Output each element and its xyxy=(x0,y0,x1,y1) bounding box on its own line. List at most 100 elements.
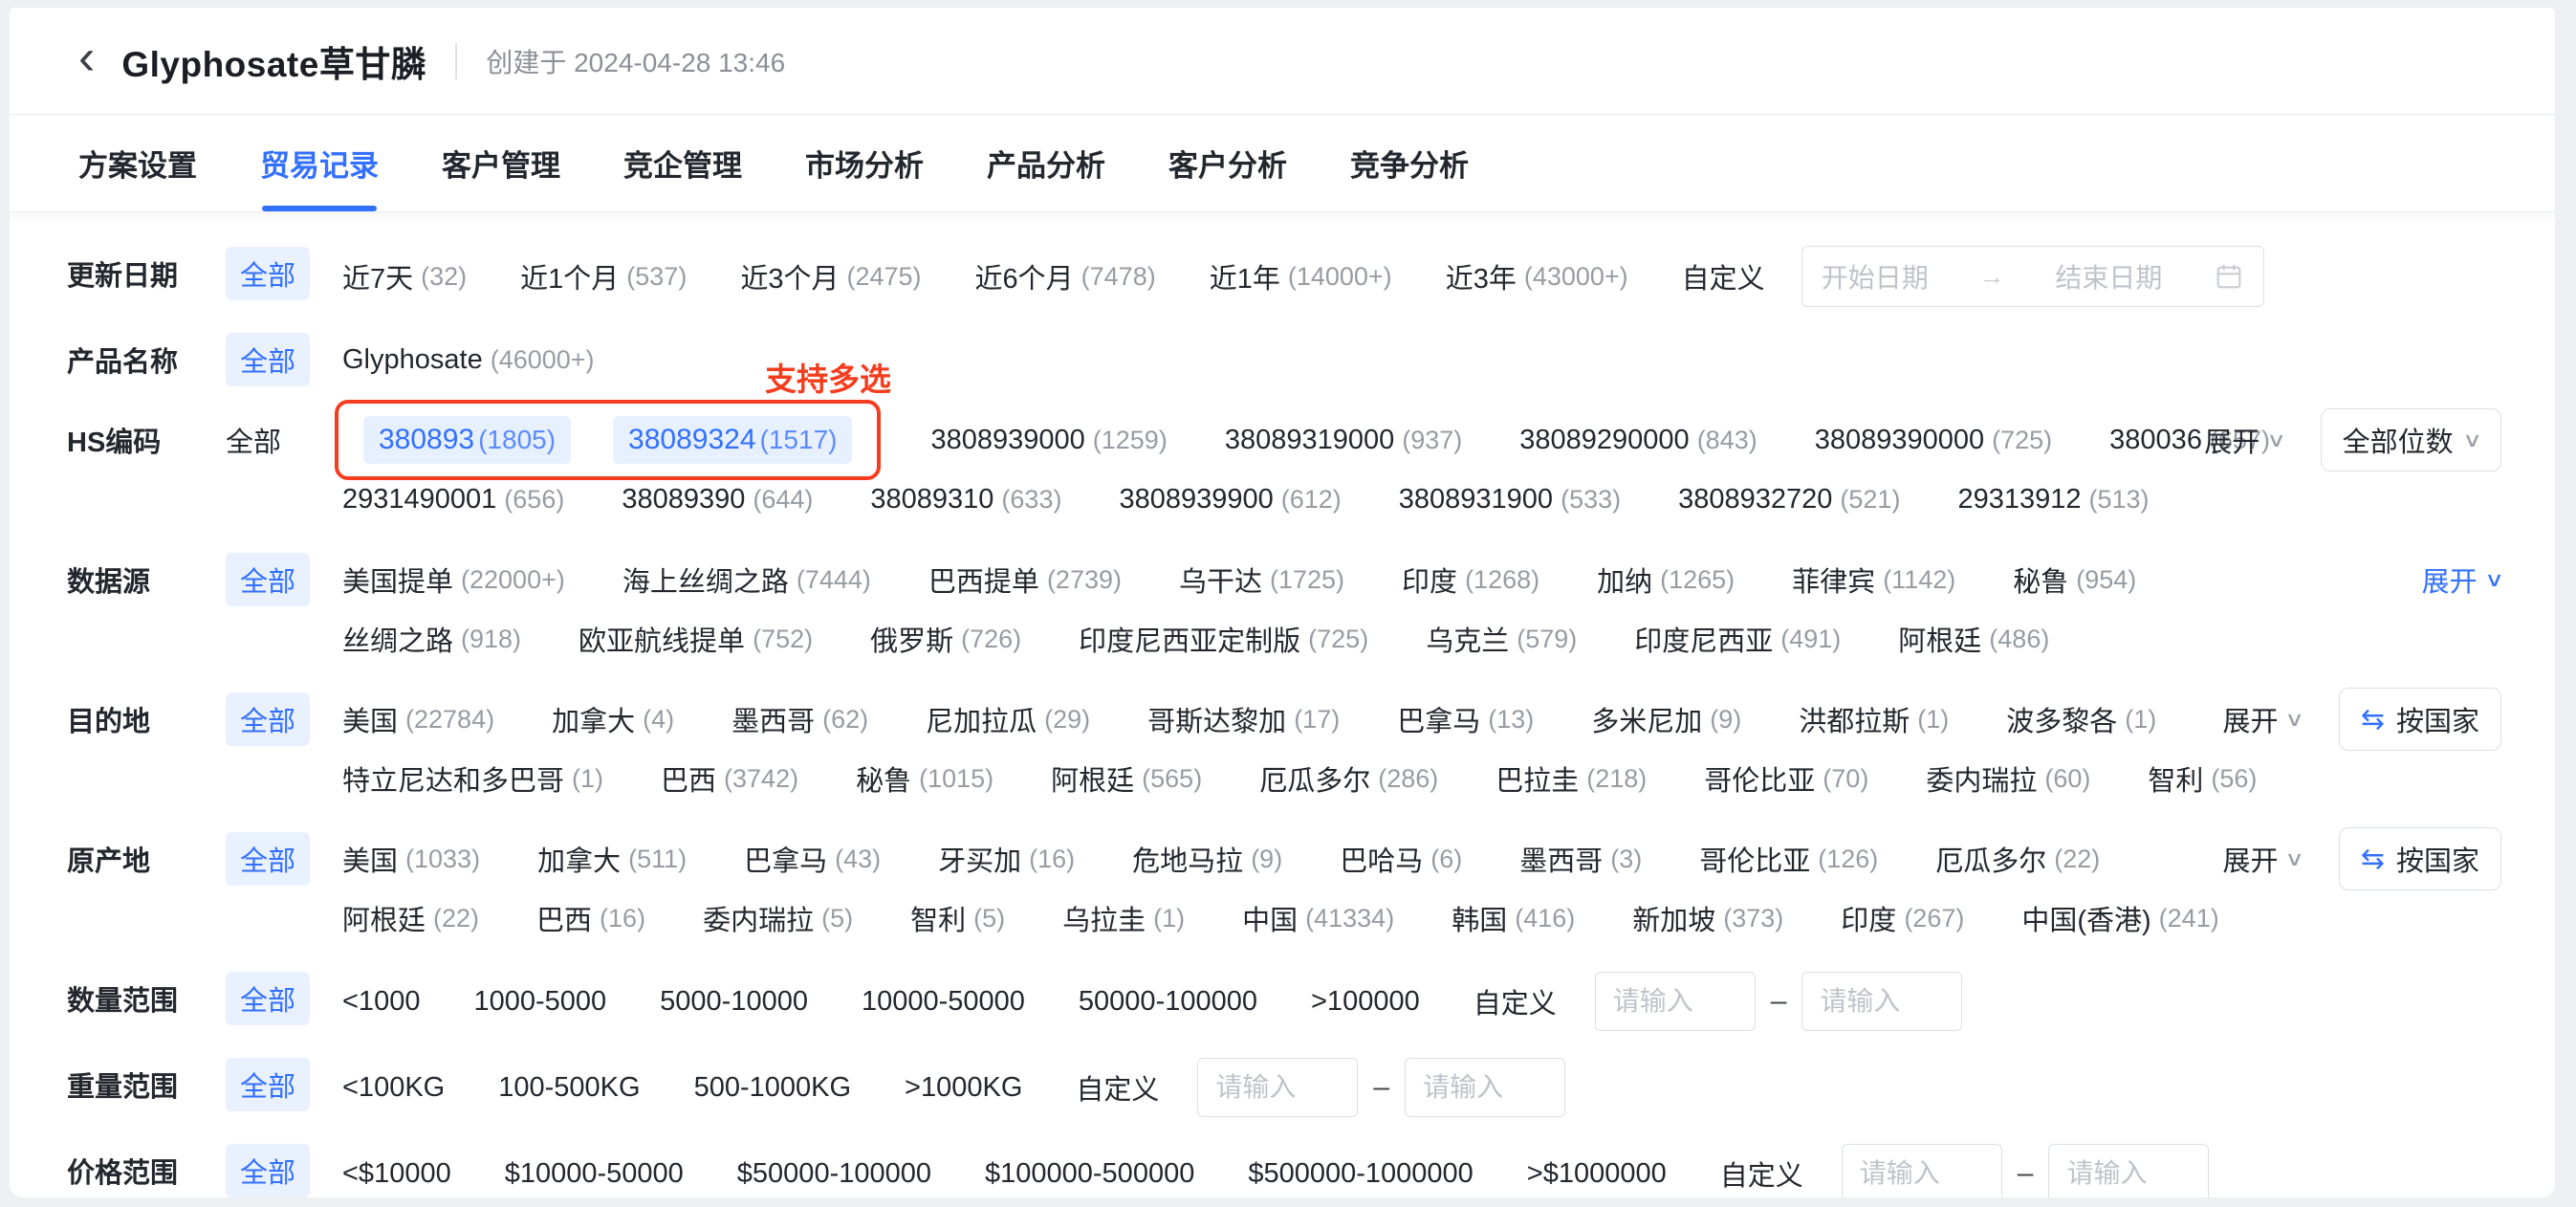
filter-option[interactable]: 5000-10000 xyxy=(660,986,808,1018)
filter-option[interactable]: 海上丝绸之路(7444) xyxy=(622,560,871,600)
filter-option[interactable]: 近1年(14000+) xyxy=(1210,256,1392,296)
filter-option[interactable]: 2931490001(656) xyxy=(342,484,564,516)
filter-option[interactable]: 厄瓜多尔(22) xyxy=(1935,839,2100,879)
filter-option[interactable]: 50000-100000 xyxy=(1079,986,1257,1018)
expand-toggle[interactable]: 展开∨ xyxy=(2422,560,2501,600)
filter-option[interactable]: 10000-50000 xyxy=(862,986,1025,1018)
group-by-country-button[interactable]: ⇆按国家 xyxy=(2339,688,2501,751)
filter-option[interactable]: 乌拉圭(1) xyxy=(1062,898,1185,938)
filter-option[interactable]: 自定义 xyxy=(1474,981,1557,1021)
all-chip[interactable]: 全部 xyxy=(226,553,310,606)
filter-option[interactable]: 巴西提单(2739) xyxy=(928,560,1122,600)
filter-option[interactable]: 中国(41334) xyxy=(1242,898,1394,938)
back-icon[interactable]: ‹ xyxy=(78,33,95,82)
filter-option[interactable]: 乌干达(1725) xyxy=(1179,560,1344,600)
filter-option[interactable]: 特立尼达和多巴哥(1) xyxy=(342,758,603,799)
tab-trade-records[interactable]: 贸易记录 xyxy=(260,115,379,211)
filter-option[interactable]: 哥斯达黎加(17) xyxy=(1147,699,1340,739)
filter-option[interactable]: 委内瑞拉(5) xyxy=(703,898,853,938)
filter-option[interactable]: 厄瓜多尔(286) xyxy=(1259,758,1438,799)
filter-option[interactable]: 哥伦比亚(70) xyxy=(1704,758,1868,799)
filter-option[interactable]: 3808932720(521) xyxy=(1678,484,1900,516)
filter-option[interactable]: 近3个月(2475) xyxy=(740,256,921,296)
range-max-input[interactable] xyxy=(2048,1144,2209,1197)
filter-option[interactable]: 波多黎各(1) xyxy=(2006,699,2156,739)
filter-option[interactable]: $50000-100000 xyxy=(737,1158,931,1190)
filter-option[interactable]: 38089324(1517) xyxy=(613,416,852,464)
filter-option[interactable]: 自定义 xyxy=(1076,1067,1159,1108)
filter-option[interactable]: 俄罗斯(726) xyxy=(870,619,1021,659)
filter-option[interactable]: 1000-5000 xyxy=(473,986,606,1018)
filter-option[interactable]: 38089390(644) xyxy=(622,484,813,516)
filter-option[interactable]: 尼加拉瓜(29) xyxy=(926,699,1090,739)
tab-customer-analysis[interactable]: 客户分析 xyxy=(1168,115,1287,211)
all-chip[interactable]: 全部 xyxy=(226,1058,310,1111)
filter-option[interactable]: 38089310(633) xyxy=(870,484,1061,516)
date-range-input[interactable]: 开始日期→结束日期 xyxy=(1801,246,2264,307)
all-chip[interactable]: 全部 xyxy=(226,832,310,886)
filter-option[interactable]: 乌克兰(579) xyxy=(1426,619,1577,659)
filter-option[interactable]: 丝绸之路(918) xyxy=(342,619,521,659)
filter-option[interactable]: <$10000 xyxy=(342,1158,451,1190)
range-min-input[interactable] xyxy=(1197,1058,1358,1117)
filter-option[interactable]: 加纳(1265) xyxy=(1597,560,1735,600)
expand-toggle[interactable]: 展开∨ xyxy=(2222,839,2302,879)
filter-option[interactable]: 印度尼西亚(491) xyxy=(1634,619,1841,659)
filter-option[interactable]: 委内瑞拉(60) xyxy=(1926,758,2090,799)
filter-option[interactable]: 自定义 xyxy=(1682,256,1765,296)
filter-option[interactable]: 近1个月(537) xyxy=(520,256,687,296)
filter-option[interactable]: 印度(1268) xyxy=(1402,560,1539,600)
tab-market-analysis[interactable]: 市场分析 xyxy=(805,115,924,211)
all-chip[interactable]: 全部 xyxy=(226,692,310,746)
all-chip[interactable]: 全部 xyxy=(226,420,281,460)
filter-option[interactable]: 哥伦比亚(126) xyxy=(1699,839,1878,879)
filter-option[interactable]: 380893(1805) xyxy=(363,416,571,464)
filter-option[interactable]: 牙买加(16) xyxy=(938,839,1075,879)
filter-option[interactable]: 近3年(43000+) xyxy=(1446,256,1628,296)
filter-option[interactable]: 韩国(416) xyxy=(1452,898,1575,938)
digits-select[interactable]: 全部位数∨ xyxy=(2321,408,2501,472)
filter-option[interactable]: 加拿大(4) xyxy=(552,699,674,739)
filter-option[interactable]: >1000KG xyxy=(905,1072,1022,1104)
filter-option[interactable]: 100-500KG xyxy=(498,1072,640,1104)
filter-option[interactable]: 洪都拉斯(1) xyxy=(1799,699,1949,739)
filter-option[interactable]: 加拿大(511) xyxy=(537,839,687,879)
filter-option[interactable]: $500000-1000000 xyxy=(1248,1158,1473,1190)
all-chip[interactable]: 全部 xyxy=(226,247,310,300)
filter-option[interactable]: 智利(5) xyxy=(910,898,1005,938)
range-max-input[interactable] xyxy=(1405,1058,1565,1117)
filter-option[interactable]: 巴拉圭(218) xyxy=(1495,758,1647,799)
filter-option[interactable]: 巴哈马(6) xyxy=(1340,839,1462,879)
all-chip[interactable]: 全部 xyxy=(226,972,310,1025)
filter-option[interactable]: 阿根廷(486) xyxy=(1898,619,2049,659)
filter-option[interactable]: 阿根廷(565) xyxy=(1051,758,1202,799)
expand-toggle[interactable]: 展开∨ xyxy=(2204,420,2283,460)
all-chip[interactable]: 全部 xyxy=(226,1144,310,1197)
filter-option[interactable]: 美国(22784) xyxy=(342,699,494,739)
filter-option[interactable]: 3808931900(533) xyxy=(1399,484,1621,516)
filter-option[interactable]: 阿根廷(22) xyxy=(342,898,479,938)
tab-competition-analysis[interactable]: 竞争分析 xyxy=(1350,115,1469,211)
filter-option[interactable]: >100000 xyxy=(1311,986,1420,1018)
filter-option[interactable]: 38089290000(843) xyxy=(1519,425,1757,456)
filter-option[interactable]: 墨西哥(3) xyxy=(1519,839,1642,879)
filter-option[interactable]: 中国(香港)(241) xyxy=(2021,898,2218,938)
group-by-country-button[interactable]: ⇆按国家 xyxy=(2339,827,2501,890)
filter-option[interactable]: Glyphosate(46000+) xyxy=(342,344,595,376)
filter-option[interactable]: 近7天(32) xyxy=(342,256,467,296)
range-min-input[interactable] xyxy=(1842,1144,2002,1197)
filter-option[interactable]: 印度尼西亚定制版(725) xyxy=(1079,619,1368,659)
filter-option[interactable]: 巴西(16) xyxy=(536,898,645,938)
filter-option[interactable]: 3808939000(1259) xyxy=(930,425,1167,456)
filter-option[interactable]: 38089390000(725) xyxy=(1815,425,2052,456)
filter-option[interactable]: 秘鲁(954) xyxy=(2013,560,2136,600)
filter-option[interactable]: <1000 xyxy=(342,986,420,1018)
filter-option[interactable]: 38089319000(937) xyxy=(1225,425,1462,456)
tab-plan-settings[interactable]: 方案设置 xyxy=(78,115,197,211)
filter-option[interactable]: 3808939900(612) xyxy=(1119,484,1341,516)
filter-option[interactable]: 巴西(3742) xyxy=(661,758,798,799)
filter-option[interactable]: 美国(1033) xyxy=(342,839,480,879)
range-max-input[interactable] xyxy=(1801,972,1962,1031)
filter-option[interactable]: 近6个月(7478) xyxy=(975,256,1156,296)
filter-option[interactable]: 危地马拉(9) xyxy=(1132,839,1282,879)
